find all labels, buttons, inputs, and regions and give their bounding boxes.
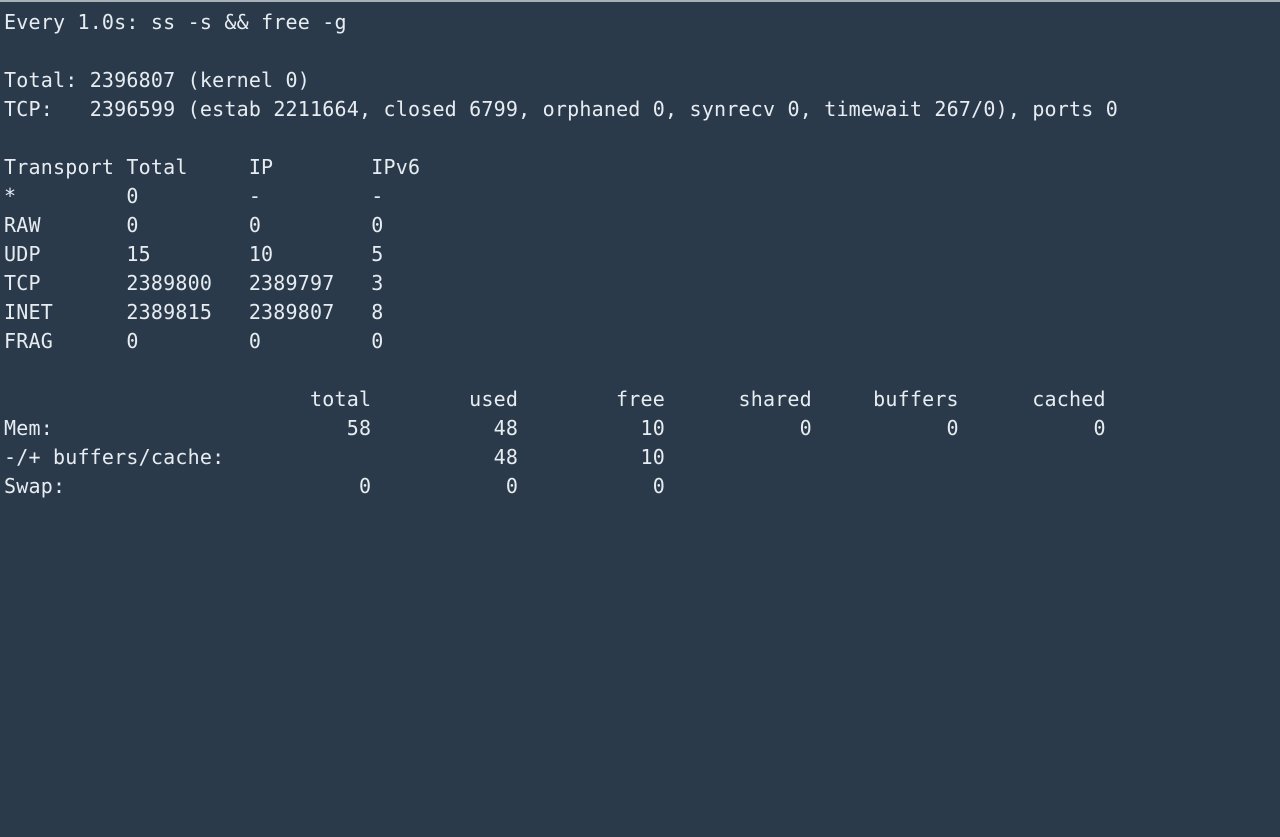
- ss-tcp-line: TCP: 2396599 (estab 2211664, closed 6799…: [4, 97, 1118, 121]
- terminal-output: Every 1.0s: ss -s && free -g Total: 2396…: [0, 2, 1280, 501]
- watch-command: ss -s && free -g: [151, 10, 347, 34]
- ss-tcp-estab: 2211664: [273, 97, 359, 121]
- ss-tcp-ports: 0: [1106, 97, 1118, 121]
- ss-tcp-total: 2396599: [90, 97, 176, 121]
- ss-tcp-timewait: 267/0: [934, 97, 995, 121]
- watch-line: Every 1.0s: ss -s && free -g: [4, 10, 347, 34]
- watch-interval: 1.0s: [77, 10, 126, 34]
- transport-table: Transport Total IP IPv6 * 0 - - RAW 0 0 …: [4, 155, 420, 353]
- ss-total-line: Total: 2396807 (kernel 0): [4, 68, 310, 92]
- free-table: total used free shared buffers cached Me…: [4, 387, 1106, 498]
- ss-total-value: 2396807: [90, 68, 176, 92]
- ss-tcp-closed: 6799: [469, 97, 518, 121]
- ss-kernel-value: 0: [286, 68, 298, 92]
- ss-tcp-synrecv: 0: [787, 97, 799, 121]
- ss-tcp-orphaned: 0: [653, 97, 665, 121]
